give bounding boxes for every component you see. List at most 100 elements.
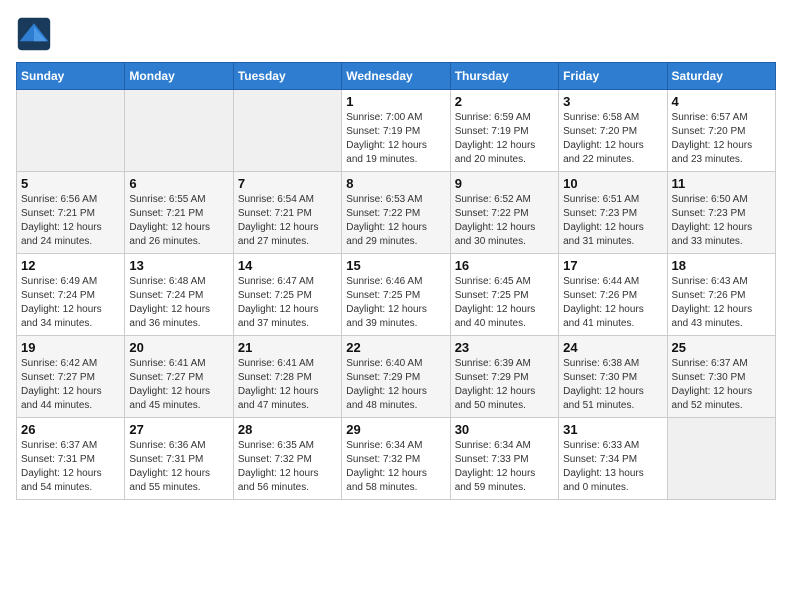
day-number: 26 [21, 422, 120, 437]
day-number: 19 [21, 340, 120, 355]
calendar-cell: 9 Sunrise: 6:52 AM Sunset: 7:22 PM Daylig… [450, 172, 558, 254]
calendar-cell: 22 Sunrise: 6:40 AM Sunset: 7:29 PM Dayli… [342, 336, 450, 418]
day-info: Sunrise: 6:47 AM Sunset: 7:25 PM Dayligh… [238, 275, 337, 331]
calendar-cell: 24 Sunrise: 6:38 AM Sunset: 7:30 PM Dayli… [559, 336, 667, 418]
day-number: 23 [455, 340, 554, 355]
calendar-cell: 28 Sunrise: 6:35 AM Sunset: 7:32 PM Dayli… [233, 418, 341, 500]
calendar-cell: 3 Sunrise: 6:58 AM Sunset: 7:20 PM Daylig… [559, 90, 667, 172]
calendar-cell: 13Sunrise: 6:48 AM Sunset: 7:24 PM Dayli… [125, 254, 233, 336]
day-number: 5 [21, 176, 120, 191]
day-info: Sunrise: 6:38 AM Sunset: 7:30 PM Dayligh… [563, 357, 662, 413]
day-info: Sunrise: 6:58 AM Sunset: 7:20 PM Dayligh… [563, 111, 662, 167]
calendar-cell: 1 Sunrise: 7:00 AM Sunset: 7:19 PM Daylig… [342, 90, 450, 172]
calendar-cell: 2Sunrise: 6:59 AM Sunset: 7:19 PM Daylig… [450, 90, 558, 172]
day-number: 21 [238, 340, 337, 355]
day-info: Sunrise: 6:54 AM Sunset: 7:21 PM Dayligh… [238, 193, 337, 249]
calendar-week-3: 12Sunrise: 6:49 AM Sunset: 7:24 PM Dayli… [17, 254, 776, 336]
day-number: 25 [672, 340, 771, 355]
day-info: Sunrise: 6:51 AM Sunset: 7:23 PM Dayligh… [563, 193, 662, 249]
day-number: 10 [563, 176, 662, 191]
day-info: Sunrise: 6:42 AM Sunset: 7:27 PM Dayligh… [21, 357, 120, 413]
day-info: Sunrise: 6:45 AM Sunset: 7:25 PM Dayligh… [455, 275, 554, 331]
calendar-cell: 4 Sunrise: 6:57 AM Sunset: 7:20 PM Daylig… [667, 90, 775, 172]
day-number: 8 [346, 176, 445, 191]
day-info: Sunrise: 6:37 AM Sunset: 7:30 PM Dayligh… [672, 357, 771, 413]
day-number: 28 [238, 422, 337, 437]
day-info: Sunrise: 6:41 AM Sunset: 7:28 PM Dayligh… [238, 357, 337, 413]
calendar-cell: 30 Sunrise: 6:34 AM Sunset: 7:33 PM Dayli… [450, 418, 558, 500]
header [16, 16, 776, 52]
weekday-header-wednesday: Wednesday [342, 63, 450, 90]
day-number: 31 [563, 422, 662, 437]
day-info: Sunrise: 6:33 AM Sunset: 7:34 PM Dayligh… [563, 439, 662, 495]
weekday-header-tuesday: Tuesday [233, 63, 341, 90]
calendar-cell: 25 Sunrise: 6:37 AM Sunset: 7:30 PM Dayli… [667, 336, 775, 418]
calendar-cell: 6Sunrise: 6:55 AM Sunset: 7:21 PM Daylig… [125, 172, 233, 254]
day-number: 13 [129, 258, 228, 273]
calendar-cell: 17 Sunrise: 6:44 AM Sunset: 7:26 PM Dayli… [559, 254, 667, 336]
calendar-cell [667, 418, 775, 500]
calendar-cell: 5 Sunrise: 6:56 AM Sunset: 7:21 PM Daylig… [17, 172, 125, 254]
calendar-week-5: 26 Sunrise: 6:37 AM Sunset: 7:31 PM Dayli… [17, 418, 776, 500]
day-number: 15 [346, 258, 445, 273]
calendar-table: SundayMondayTuesdayWednesdayThursdayFrid… [16, 62, 776, 500]
weekday-header-sunday: Sunday [17, 63, 125, 90]
calendar-cell: 21 Sunrise: 6:41 AM Sunset: 7:28 PM Dayli… [233, 336, 341, 418]
calendar-cell: 19 Sunrise: 6:42 AM Sunset: 7:27 PM Dayli… [17, 336, 125, 418]
day-number: 11 [672, 176, 771, 191]
day-number: 22 [346, 340, 445, 355]
day-info: Sunrise: 6:40 AM Sunset: 7:29 PM Dayligh… [346, 357, 445, 413]
calendar-cell: 10 Sunrise: 6:51 AM Sunset: 7:23 PM Dayli… [559, 172, 667, 254]
calendar-cell: 29 Sunrise: 6:34 AM Sunset: 7:32 PM Dayli… [342, 418, 450, 500]
day-info: Sunrise: 6:52 AM Sunset: 7:22 PM Dayligh… [455, 193, 554, 249]
day-number: 1 [346, 94, 445, 109]
calendar-cell [233, 90, 341, 172]
day-info: Sunrise: 6:56 AM Sunset: 7:21 PM Dayligh… [21, 193, 120, 249]
day-info: Sunrise: 6:36 AM Sunset: 7:31 PM Dayligh… [129, 439, 228, 495]
weekday-header-monday: Monday [125, 63, 233, 90]
calendar-cell: 7 Sunrise: 6:54 AM Sunset: 7:21 PM Daylig… [233, 172, 341, 254]
weekday-header-thursday: Thursday [450, 63, 558, 90]
logo-icon [16, 16, 52, 52]
day-info: Sunrise: 7:00 AM Sunset: 7:19 PM Dayligh… [346, 111, 445, 167]
day-number: 14 [238, 258, 337, 273]
calendar-cell [125, 90, 233, 172]
calendar-cell: 16 Sunrise: 6:45 AM Sunset: 7:25 PM Dayli… [450, 254, 558, 336]
weekday-header-friday: Friday [559, 63, 667, 90]
day-number: 4 [672, 94, 771, 109]
calendar-week-4: 19 Sunrise: 6:42 AM Sunset: 7:27 PM Dayli… [17, 336, 776, 418]
weekday-header-saturday: Saturday [667, 63, 775, 90]
calendar-cell [17, 90, 125, 172]
day-info: Sunrise: 6:41 AM Sunset: 7:27 PM Dayligh… [129, 357, 228, 413]
calendar-cell: 18 Sunrise: 6:43 AM Sunset: 7:26 PM Dayli… [667, 254, 775, 336]
day-number: 24 [563, 340, 662, 355]
calendar-cell: 15 Sunrise: 6:46 AM Sunset: 7:25 PM Dayli… [342, 254, 450, 336]
day-number: 30 [455, 422, 554, 437]
day-info: Sunrise: 6:39 AM Sunset: 7:29 PM Dayligh… [455, 357, 554, 413]
day-number: 17 [563, 258, 662, 273]
day-info: Sunrise: 6:37 AM Sunset: 7:31 PM Dayligh… [21, 439, 120, 495]
calendar-cell: 26 Sunrise: 6:37 AM Sunset: 7:31 PM Dayli… [17, 418, 125, 500]
calendar-cell: 8Sunrise: 6:53 AM Sunset: 7:22 PM Daylig… [342, 172, 450, 254]
day-info: Sunrise: 6:34 AM Sunset: 7:33 PM Dayligh… [455, 439, 554, 495]
day-info: Sunrise: 6:35 AM Sunset: 7:32 PM Dayligh… [238, 439, 337, 495]
day-info: Sunrise: 6:57 AM Sunset: 7:20 PM Dayligh… [672, 111, 771, 167]
day-number: 6 [129, 176, 228, 191]
calendar-cell: 23 Sunrise: 6:39 AM Sunset: 7:29 PM Dayli… [450, 336, 558, 418]
day-number: 12 [21, 258, 120, 273]
day-info: Sunrise: 6:59 AM Sunset: 7:19 PM Dayligh… [455, 111, 554, 167]
calendar-cell: 27Sunrise: 6:36 AM Sunset: 7:31 PM Dayli… [125, 418, 233, 500]
calendar-week-2: 5 Sunrise: 6:56 AM Sunset: 7:21 PM Daylig… [17, 172, 776, 254]
day-number: 7 [238, 176, 337, 191]
day-number: 3 [563, 94, 662, 109]
day-number: 9 [455, 176, 554, 191]
calendar-cell: 14 Sunrise: 6:47 AM Sunset: 7:25 PM Dayli… [233, 254, 341, 336]
day-number: 18 [672, 258, 771, 273]
day-info: Sunrise: 6:46 AM Sunset: 7:25 PM Dayligh… [346, 275, 445, 331]
day-number: 16 [455, 258, 554, 273]
day-info: Sunrise: 6:43 AM Sunset: 7:26 PM Dayligh… [672, 275, 771, 331]
day-number: 29 [346, 422, 445, 437]
day-info: Sunrise: 6:44 AM Sunset: 7:26 PM Dayligh… [563, 275, 662, 331]
day-info: Sunrise: 6:34 AM Sunset: 7:32 PM Dayligh… [346, 439, 445, 495]
calendar-body: 1 Sunrise: 7:00 AM Sunset: 7:19 PM Daylig… [17, 90, 776, 500]
